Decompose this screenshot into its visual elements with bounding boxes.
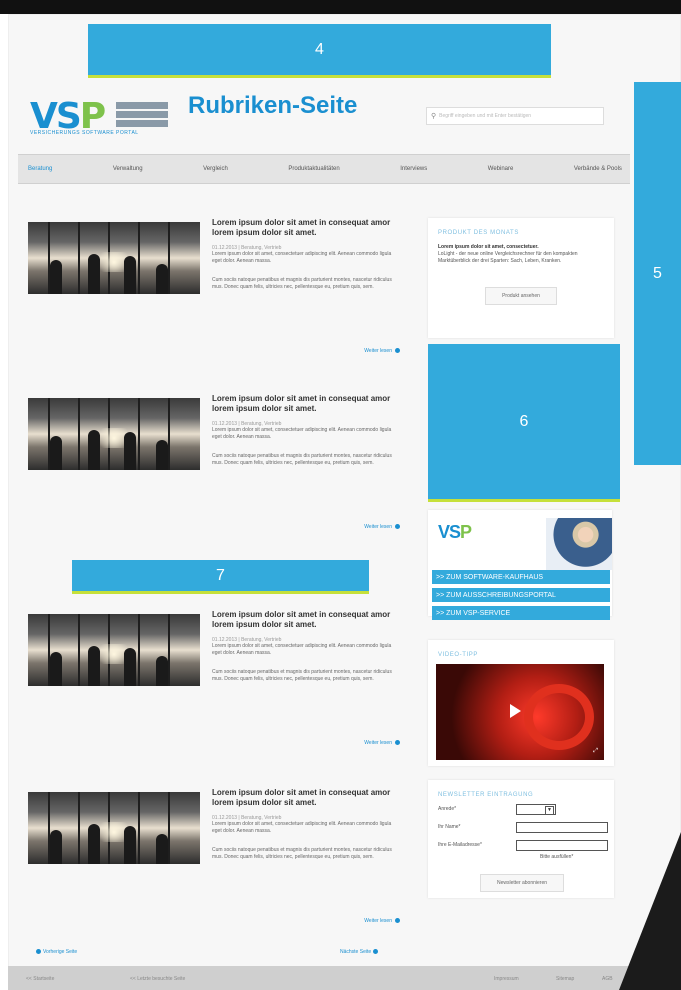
arrow-circle-icon (395, 524, 400, 529)
vsp-service-link[interactable]: >> ZUM VSP-SERVICE (432, 606, 610, 620)
article-image[interactable] (28, 614, 200, 686)
anrede-select[interactable]: ▼ (516, 804, 556, 815)
article-card: Lorem ipsum dolor sit amet in consequat … (28, 784, 406, 932)
next-page-link[interactable]: Nächste Seite (340, 949, 380, 955)
read-more-link[interactable]: Weiter lesen (364, 348, 400, 354)
nav-item-beratung[interactable]: Beratung (28, 166, 52, 172)
nav-item-produktaktualitaeten[interactable]: Produktaktualitäten (288, 166, 339, 172)
article-card: Lorem ipsum dolor sit amet in consequat … (28, 606, 406, 754)
read-more-link[interactable]: Weiter lesen (364, 740, 400, 746)
software-kaufhaus-link[interactable]: >> ZUM SOFTWARE-KAUFHAUS (432, 570, 610, 584)
top-black-bar (0, 0, 681, 14)
video-thumbnail-graphic (524, 684, 594, 750)
article-intro: Lorem ipsum dolor sit amet, consectetuer… (212, 427, 392, 440)
callout-5: 5 (634, 82, 681, 465)
page-title: Rubriken-Seite (188, 92, 358, 119)
article-body: Cum sociis natoque penatibus et magnis d… (212, 669, 392, 682)
product-description: Lorem ipsum dolor sit amet, consectetuer… (438, 244, 604, 265)
article-card: Lorem ipsum dolor sit amet in consequat … (28, 390, 406, 538)
article-headline[interactable]: Lorem ipsum dolor sit amet in consequat … (212, 610, 408, 630)
article-intro: Lorem ipsum dolor sit amet, consectetuer… (212, 251, 392, 264)
fullscreen-icon[interactable]: ⤢ (593, 748, 598, 755)
required-hint: Bitte ausfüllen* (540, 854, 574, 860)
name-field[interactable] (516, 822, 608, 833)
arrow-circle-icon (395, 348, 400, 353)
nav-item-webinare[interactable]: Webinare (488, 166, 514, 172)
article-headline[interactable]: Lorem ipsum dolor sit amet in consequat … (212, 788, 408, 808)
footer-link-impressum[interactable]: Impressum (494, 976, 519, 982)
view-product-button[interactable]: Produkt ansehen (485, 287, 557, 305)
nav-item-interviews[interactable]: Interviews (400, 166, 427, 172)
dropdown-arrow-icon: ▼ (545, 806, 554, 815)
next-page-label: Nächste Seite (340, 949, 372, 955)
site-logo[interactable]: VSP VERSICHERUNGS SOFTWARE PORTAL (30, 96, 170, 138)
video-box-title: VIDEO-TIPP (438, 652, 479, 658)
arrow-left-icon (36, 949, 41, 954)
email-label: Ihre E-Mailadresse* (438, 842, 482, 848)
logo-stripes (116, 102, 168, 128)
nav-item-verbaende-pools[interactable]: Verbände & Pools (574, 166, 622, 172)
article-image[interactable] (28, 222, 200, 294)
article-headline[interactable]: Lorem ipsum dolor sit amet in consequat … (212, 394, 408, 414)
callout-5-number: 5 (653, 264, 662, 282)
nav-item-verwaltung[interactable]: Verwaltung (113, 166, 143, 172)
read-more-label: Weiter lesen (364, 740, 392, 746)
search-placeholder: Begriff eingeben und mit Enter bestätige… (439, 113, 532, 119)
newsletter-box-title: NEWSLETTER EINTRAGUNG (438, 792, 534, 798)
read-more-label: Weiter lesen (364, 348, 392, 354)
footer-link-startseite[interactable]: << Startseite (26, 976, 54, 982)
play-icon[interactable] (510, 704, 521, 718)
name-label: Ihr Name* (438, 824, 461, 830)
main-navigation: Beratung Verwaltung Vergleich Produktakt… (18, 154, 630, 184)
anrede-label: Anrede* (438, 806, 457, 812)
vsp-promo-banner: VSP >> ZUM SOFTWARE-KAUFHAUS >> ZUM AUSS… (428, 510, 612, 620)
callout-4: 4 (88, 24, 551, 78)
product-of-month-box: PRODUKT DES MONATS Lorem ipsum dolor sit… (428, 218, 614, 338)
ausschreibungsportal-link[interactable]: >> ZUM AUSSCHREIBUNGSPORTAL (432, 588, 610, 602)
callout-6-number: 6 (519, 412, 529, 430)
video-tip-box: VIDEO-TIPP ⤢ (428, 640, 614, 766)
read-more-label: Weiter lesen (364, 918, 392, 924)
video-player[interactable]: ⤢ (436, 664, 604, 760)
search-icon: ⚲ (431, 113, 437, 120)
article-body: Cum sociis natoque penatibus et magnis d… (212, 453, 392, 466)
logo-tagline: VERSICHERUNGS SOFTWARE PORTAL (30, 130, 139, 136)
read-more-link[interactable]: Weiter lesen (364, 524, 400, 530)
arrow-right-icon (373, 949, 379, 954)
article-image[interactable] (28, 792, 200, 864)
article-body: Cum sociis natoque penatibus et magnis d… (212, 847, 392, 860)
previous-page-label: Vorherige Seite (43, 949, 78, 955)
newsletter-box: NEWSLETTER EINTRAGUNG Anrede* ▼ Ihr Name… (428, 780, 614, 898)
product-box-title: PRODUKT DES MONATS (438, 230, 519, 236)
footer-link-last-page[interactable]: << Letzte besuchte Seite (130, 976, 185, 982)
search-input[interactable]: ⚲ Begriff eingeben und mit Enter bestäti… (426, 107, 604, 125)
footer-link-agb[interactable]: AGB (602, 976, 613, 982)
arrow-circle-icon (395, 918, 400, 923)
footer-link-sitemap[interactable]: Sitemap (556, 976, 574, 982)
page-curl-corner (619, 832, 681, 990)
article-intro: Lorem ipsum dolor sit amet, consectetuer… (212, 821, 392, 834)
callout-4-number: 4 (315, 40, 324, 58)
article-intro: Lorem ipsum dolor sit amet, consectetuer… (212, 643, 392, 656)
read-more-link[interactable]: Weiter lesen (364, 918, 400, 924)
callout-7: 7 (72, 560, 369, 594)
article-body: Cum sociis natoque penatibus et magnis d… (212, 277, 392, 290)
callout-7-number: 7 (216, 566, 225, 584)
previous-page-link[interactable]: Vorherige Seite (34, 949, 77, 955)
article-image[interactable] (28, 398, 200, 470)
banner-logo: VSP (438, 522, 472, 542)
banner-portrait (546, 518, 612, 570)
product-body: LoLight - der neue online Vergleichsrech… (438, 251, 578, 264)
read-more-label: Weiter lesen (364, 524, 392, 530)
article-headline[interactable]: Lorem ipsum dolor sit amet in consequat … (212, 218, 408, 238)
product-lead: Lorem ipsum dolor sit amet, consectetuer… (438, 244, 539, 250)
email-field[interactable] (516, 840, 608, 851)
page-footer: << Startseite << Letzte besuchte Seite I… (8, 966, 681, 990)
article-card: Lorem ipsum dolor sit amet in consequat … (28, 214, 406, 362)
arrow-circle-icon (395, 740, 400, 745)
callout-6: 6 (428, 344, 620, 502)
nav-item-vergleich[interactable]: Vergleich (203, 166, 228, 172)
subscribe-button[interactable]: Newsletter abonnieren (480, 874, 564, 892)
